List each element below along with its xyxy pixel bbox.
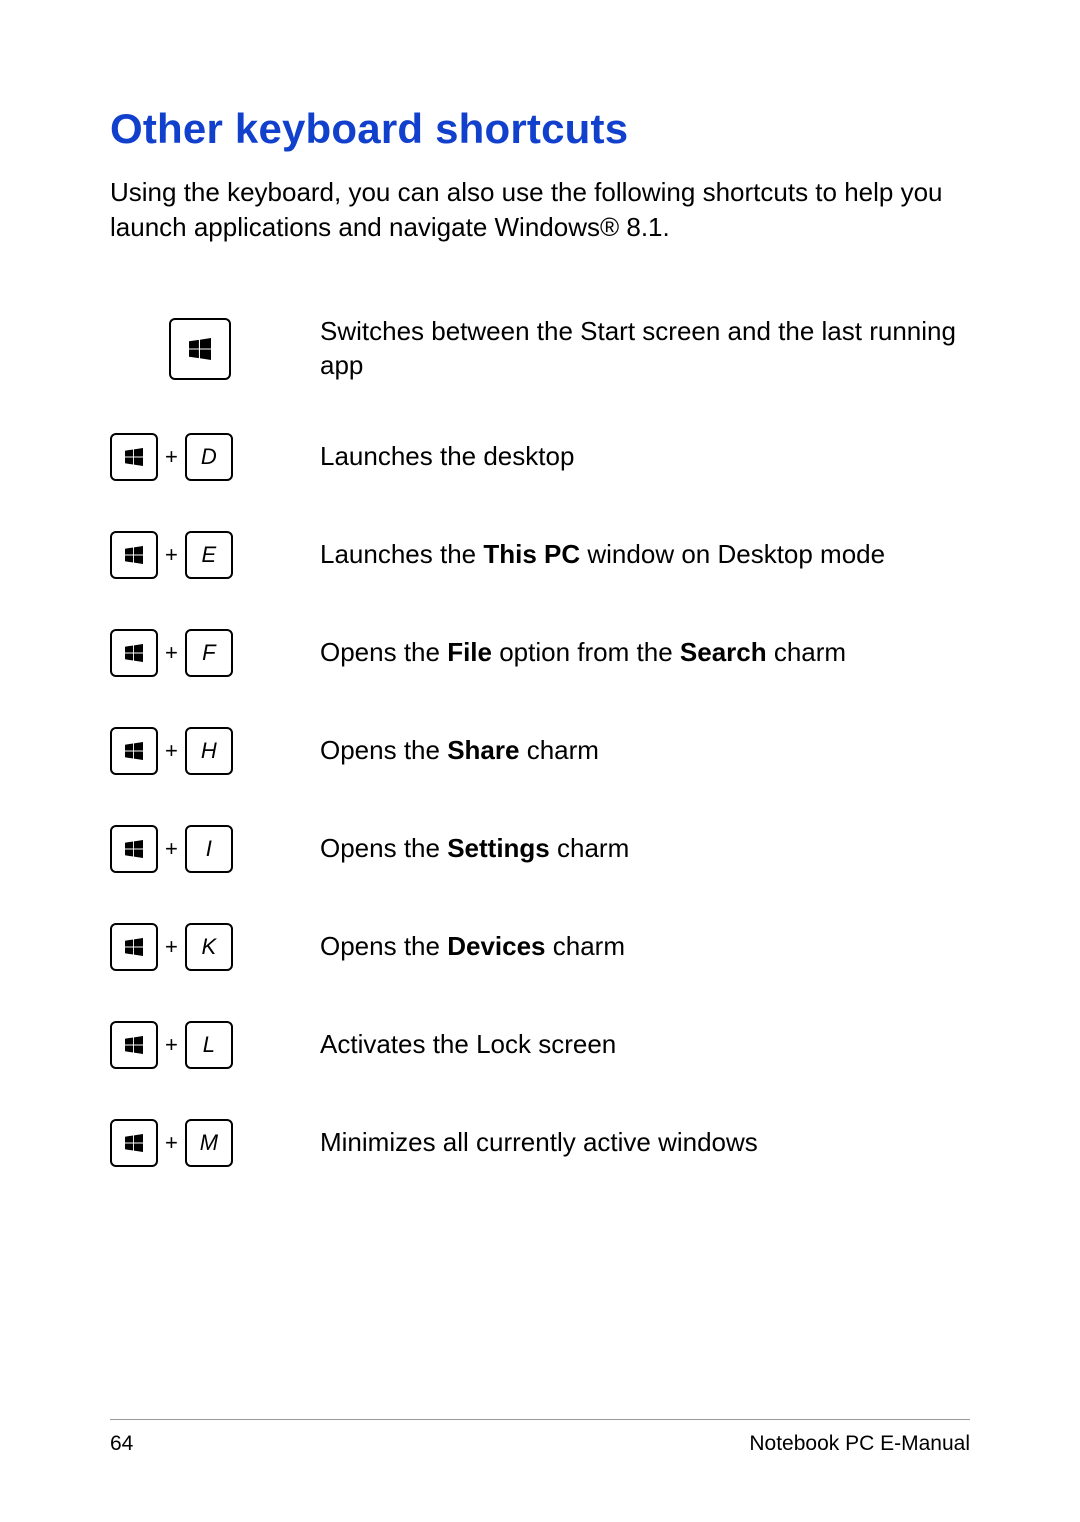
shortcut-description: Launches the This PC window on Desktop m… xyxy=(320,538,970,572)
windows-logo-icon xyxy=(125,840,143,858)
shortcut-row: + I Opens the Settings charm xyxy=(110,825,970,873)
windows-logo-icon xyxy=(125,742,143,760)
key-combo: + K xyxy=(110,923,320,971)
plus-sign: + xyxy=(165,444,178,470)
windows-logo-icon xyxy=(125,1134,143,1152)
windows-key xyxy=(110,433,158,481)
key-combo: + I xyxy=(110,825,320,873)
page-title: Other keyboard shortcuts xyxy=(110,105,970,153)
shortcut-row: + F Opens the File option from the Searc… xyxy=(110,629,970,677)
windows-logo-icon xyxy=(125,448,143,466)
letter-key: F xyxy=(185,629,233,677)
letter-key: D xyxy=(185,433,233,481)
windows-logo-icon xyxy=(189,338,211,360)
key-combo: + M xyxy=(110,1119,320,1167)
windows-key xyxy=(110,1119,158,1167)
windows-logo-icon xyxy=(125,546,143,564)
key-combo xyxy=(110,318,320,380)
letter-key: I xyxy=(185,825,233,873)
plus-sign: + xyxy=(165,1032,178,1058)
windows-logo-icon xyxy=(125,938,143,956)
windows-key xyxy=(110,629,158,677)
shortcut-description: Opens the Devices charm xyxy=(320,930,970,964)
letter-key: L xyxy=(185,1021,233,1069)
shortcut-description: Switches between the Start screen and th… xyxy=(320,315,970,383)
shortcut-description: Opens the Share charm xyxy=(320,734,970,768)
shortcut-row: + H Opens the Share charm xyxy=(110,727,970,775)
plus-sign: + xyxy=(165,1130,178,1156)
windows-key xyxy=(110,825,158,873)
letter-key: M xyxy=(185,1119,233,1167)
page-footer: 64 Notebook PC E-Manual xyxy=(110,1419,970,1456)
windows-key xyxy=(110,531,158,579)
shortcut-row: Switches between the Start screen and th… xyxy=(110,315,970,383)
key-combo: + L xyxy=(110,1021,320,1069)
shortcut-row: + E Launches the This PC window on Deskt… xyxy=(110,531,970,579)
plus-sign: + xyxy=(165,836,178,862)
windows-key xyxy=(110,923,158,971)
intro-paragraph: Using the keyboard, you can also use the… xyxy=(110,175,970,245)
shortcuts-table: Switches between the Start screen and th… xyxy=(110,315,970,1167)
letter-key: H xyxy=(185,727,233,775)
shortcut-row: + D Launches the desktop xyxy=(110,433,970,481)
shortcut-row: + M Minimizes all currently active windo… xyxy=(110,1119,970,1167)
shortcut-description: Activates the Lock screen xyxy=(320,1028,970,1062)
letter-key: K xyxy=(185,923,233,971)
windows-key xyxy=(110,727,158,775)
windows-logo-icon xyxy=(125,1036,143,1054)
shortcut-row: + L Activates the Lock screen xyxy=(110,1021,970,1069)
shortcut-row: + K Opens the Devices charm xyxy=(110,923,970,971)
page-number: 64 xyxy=(110,1432,133,1456)
windows-key xyxy=(110,1021,158,1069)
key-combo: + F xyxy=(110,629,320,677)
shortcut-description: Minimizes all currently active windows xyxy=(320,1126,970,1160)
shortcut-description: Opens the Settings charm xyxy=(320,832,970,866)
doc-title-footer: Notebook PC E-Manual xyxy=(749,1432,970,1456)
key-combo: + D xyxy=(110,433,320,481)
key-combo: + H xyxy=(110,727,320,775)
plus-sign: + xyxy=(165,640,178,666)
windows-logo-icon xyxy=(125,644,143,662)
letter-key: E xyxy=(185,531,233,579)
plus-sign: + xyxy=(165,738,178,764)
shortcut-description: Launches the desktop xyxy=(320,440,970,474)
plus-sign: + xyxy=(165,934,178,960)
shortcut-description: Opens the File option from the Search ch… xyxy=(320,636,970,670)
plus-sign: + xyxy=(165,542,178,568)
key-combo: + E xyxy=(110,531,320,579)
windows-key xyxy=(169,318,231,380)
